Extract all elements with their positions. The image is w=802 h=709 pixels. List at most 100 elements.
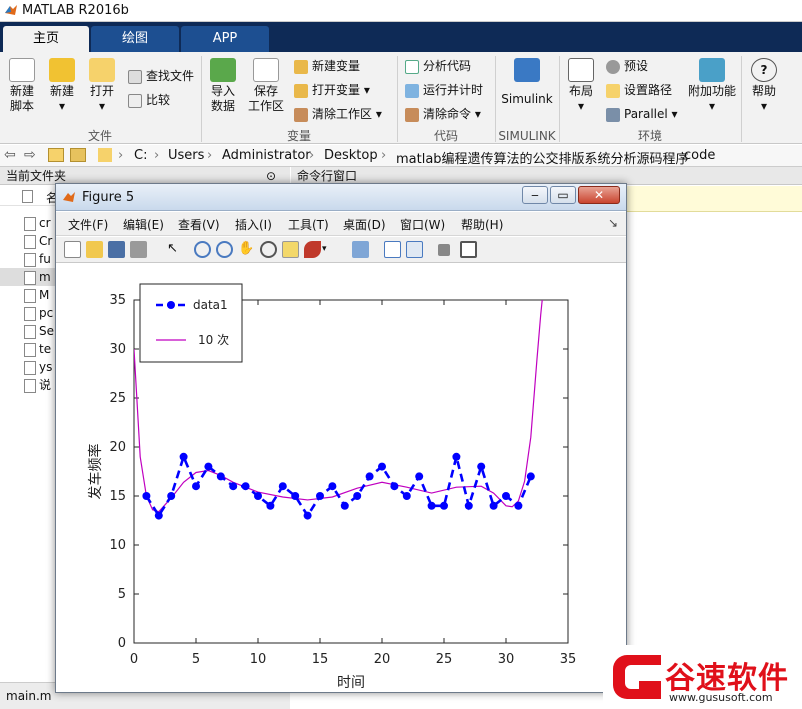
new-button[interactable]: 新建 ▾: [44, 52, 80, 114]
open-variable-button[interactable]: 打开变量 ▾: [294, 80, 370, 100]
list-item[interactable]: ys: [24, 358, 52, 376]
save-workspace-button[interactable]: 保存 工作区: [244, 52, 288, 114]
folder-icon: [89, 58, 115, 82]
x-tick-label: 15: [312, 652, 329, 667]
data-cursor-icon[interactable]: [282, 241, 299, 258]
menu-insert[interactable]: 插入(I): [235, 216, 272, 233]
new-variable-button[interactable]: 新建变量: [294, 56, 360, 76]
open-file-icon[interactable]: [86, 241, 103, 258]
find-files-icon: [128, 69, 142, 84]
colorbar-icon[interactable]: [384, 241, 401, 258]
print-icon[interactable]: [130, 241, 147, 258]
list-item[interactable]: Se: [24, 322, 54, 340]
list-item[interactable]: M: [24, 286, 49, 304]
rotate-3d-icon[interactable]: [260, 241, 277, 258]
close-button[interactable]: ✕: [578, 186, 620, 204]
list-item[interactable]: te: [24, 340, 51, 358]
hide-plot-tools-icon[interactable]: [438, 244, 450, 256]
simulink-button[interactable]: Simulink: [500, 52, 554, 107]
figure-titlebar: Figure 5 ‒ ▭ ✕: [56, 184, 626, 211]
data-point: [241, 482, 250, 491]
clear-workspace-button[interactable]: 清除工作区 ▾: [294, 104, 382, 124]
menu-help[interactable]: 帮助(H): [461, 216, 503, 233]
new-script-button[interactable]: 新建 脚本: [4, 52, 40, 114]
crumb-administrator[interactable]: Administrator: [222, 148, 311, 163]
brush-dropdown-icon[interactable]: ▾: [322, 241, 330, 258]
menu-file[interactable]: 文件(F): [68, 216, 108, 233]
tab-home[interactable]: 主页: [3, 26, 89, 52]
gear-icon: [606, 59, 620, 74]
m-file-icon: [24, 270, 36, 285]
data-point: [192, 482, 200, 491]
set-path-button[interactable]: 设置路径: [606, 80, 672, 100]
layout-button[interactable]: 布局 ▾: [564, 52, 598, 114]
zoom-in-icon[interactable]: [194, 241, 211, 258]
menu-edit[interactable]: 编辑(E): [123, 216, 164, 233]
crumb-code[interactable]: code: [684, 148, 715, 163]
data-point: [254, 492, 262, 500]
parallel-button[interactable]: Parallel ▾: [606, 104, 678, 124]
x-tick-label: 25: [436, 652, 453, 667]
data-point: [526, 472, 535, 481]
data-point: [502, 492, 510, 500]
list-item[interactable]: pc: [24, 304, 53, 322]
browse-folder-icon[interactable]: [70, 148, 86, 162]
data-point: [402, 492, 411, 500]
add-ons-icon: [699, 58, 725, 82]
list-item[interactable]: Cr: [24, 232, 52, 250]
dock-arrow-icon[interactable]: ↘: [608, 216, 618, 230]
menu-tools[interactable]: 工具(T): [288, 216, 329, 233]
brush-icon[interactable]: [304, 241, 321, 258]
legend-label-data: data1: [193, 298, 228, 312]
data-point: [415, 472, 424, 481]
help-button[interactable]: ? 帮助 ▾: [746, 52, 782, 114]
minimize-button[interactable]: ‒: [522, 186, 548, 204]
import-data-button[interactable]: 导入 数据: [206, 52, 240, 114]
find-files-button[interactable]: 查找文件: [128, 66, 194, 86]
crumb-users[interactable]: Users: [168, 148, 204, 163]
command-window-title: 命令行窗口: [297, 169, 358, 183]
m-file-icon: [24, 324, 36, 339]
pointer-icon[interactable]: ↖: [164, 241, 181, 258]
list-item[interactable]: cr: [24, 214, 51, 232]
link-plot-icon[interactable]: [352, 241, 369, 258]
crumb-project[interactable]: matlab编程遗传算法的公交排版系统分析源码程序: [396, 148, 689, 167]
menu-window[interactable]: 窗口(W): [400, 216, 445, 233]
section-simulink: SIMULINK: [498, 129, 556, 143]
data-point: [229, 482, 238, 491]
analyze-code-button[interactable]: 分析代码: [405, 56, 471, 76]
maximize-button[interactable]: ▭: [550, 186, 576, 204]
open-button[interactable]: 打开 ▾: [84, 52, 120, 114]
up-folder-icon[interactable]: [48, 148, 64, 162]
preferences-button[interactable]: 预设: [606, 56, 648, 76]
pan-hand-icon[interactable]: ✋: [238, 241, 255, 258]
ribbon: 新建 脚本 新建 ▾ 打开 ▾ 查找文件 比较 文件 导入 数据 保存 工作区 …: [0, 52, 802, 144]
list-item[interactable]: 说: [24, 376, 51, 394]
menu-view[interactable]: 查看(V): [178, 216, 220, 233]
menu-desktop[interactable]: 桌面(D): [343, 216, 386, 233]
data-point: [266, 501, 275, 510]
save-workspace-icon: [253, 58, 279, 82]
add-ons-button[interactable]: 附加功能 ▾: [686, 52, 738, 114]
show-plot-tools-icon[interactable]: [460, 241, 477, 258]
run-and-time-button[interactable]: 运行并计时: [405, 80, 483, 100]
crumb-drive[interactable]: C:: [134, 148, 147, 163]
compare-button[interactable]: 比较: [128, 90, 170, 110]
forward-arrow-icon[interactable]: ⇨: [24, 147, 36, 163]
clear-commands-button[interactable]: 清除命令 ▾: [405, 104, 481, 124]
tab-apps[interactable]: APP: [181, 26, 269, 52]
zoom-out-icon[interactable]: [216, 241, 233, 258]
tab-plots[interactable]: 绘图: [91, 26, 179, 52]
data-point: [154, 511, 163, 520]
chart-svg[interactable]: 0 5 10 15 20 25 30 35 0 5 10 15 20 25 30 35 时间 发车频率 data1 1…: [56, 264, 626, 692]
list-item[interactable]: fu: [24, 250, 51, 268]
data-point: [216, 472, 225, 481]
data-point: [353, 492, 362, 500]
legend-toggle-icon[interactable]: [406, 241, 423, 258]
back-arrow-icon[interactable]: ⇦: [4, 147, 16, 163]
new-figure-icon[interactable]: [64, 241, 81, 258]
section-variable: 变量: [286, 129, 311, 143]
plus-icon: [49, 58, 75, 82]
save-icon[interactable]: [108, 241, 125, 258]
crumb-desktop[interactable]: Desktop: [324, 148, 378, 163]
